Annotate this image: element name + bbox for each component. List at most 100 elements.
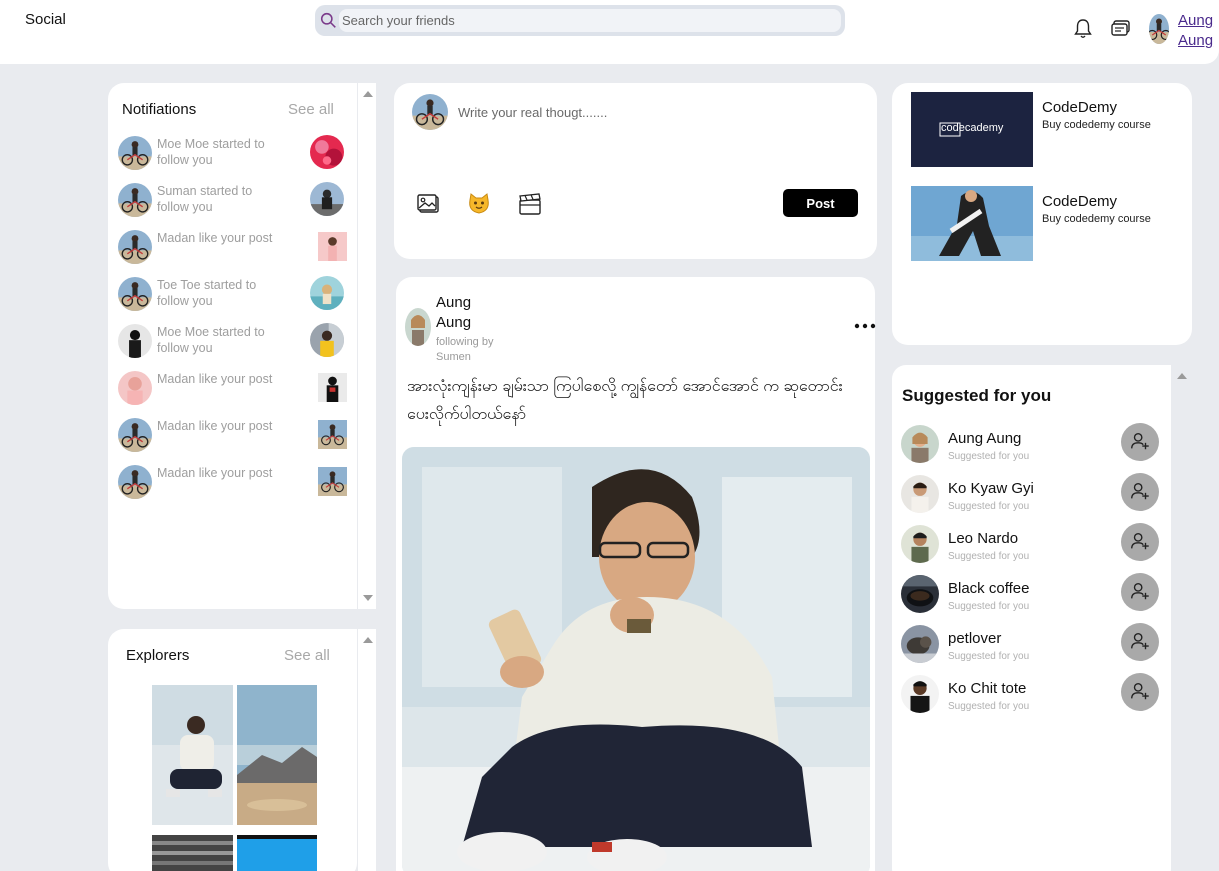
suggested-item: Leo Nardo Suggested for you [901,523,1163,565]
avatar [118,183,152,217]
avatar [118,324,152,358]
add-friend-button[interactable] [1121,673,1159,711]
notification-thumbnail [318,232,347,261]
avatar [118,418,152,452]
bell-icon[interactable] [1073,18,1093,40]
suggested-item: Ko Kyaw Gyi Suggested for you [901,473,1163,515]
suggested-item: Ko Chit tote Suggested for you [901,673,1163,715]
scroll-up-arrow[interactable] [363,91,373,97]
add-friend-button[interactable] [1121,423,1159,461]
avatar[interactable] [901,425,939,463]
scroll-up-arrow[interactable] [1177,373,1187,379]
user-name-link[interactable]: Aung Aung [1178,11,1218,51]
notification-item[interactable]: Moe Moe started to follow you [118,134,344,174]
explore-image[interactable] [237,685,317,825]
notification-thumbnail [318,467,347,496]
suggested-item: petlover Suggested for you [901,623,1163,665]
post-text: အားလုံးကျန်းမာ ချမ်းသာ ကြပါစေလို့ ကျွန်တ… [407,378,843,423]
search-bar [315,5,845,36]
add-user-icon [1131,682,1149,699]
suggested-subtitle: Suggested for you [948,601,1030,612]
avatar[interactable] [901,575,939,613]
search-input[interactable] [339,9,841,32]
avatar[interactable] [901,625,939,663]
notification-thumbnail [310,135,344,169]
suggested-name[interactable]: Leo Nardo [948,530,1018,547]
explorers-panel: Explorers See all [108,629,357,871]
ad-title[interactable]: CodeDemy [1042,193,1117,210]
suggested-title: Suggested for you [902,386,1052,405]
ad-image[interactable] [911,186,1033,261]
user-avatar[interactable] [1149,14,1169,44]
suggested-subtitle: Suggested for you [948,651,1030,662]
explore-image[interactable] [237,835,317,871]
feed-post: Aung Aung following by Sumen အားလုံးကျန်… [396,277,876,871]
ad-logo-text: codecademy [941,122,1004,134]
notification-item[interactable]: Madan like your post [118,416,343,456]
ad-image[interactable]: codecademy [911,92,1033,167]
notification-item[interactable]: Madan like your post [118,369,347,409]
chat-icon[interactable] [1110,18,1132,40]
video-icon[interactable] [517,191,543,217]
ad-subtitle: Buy codedemy course [1042,119,1151,131]
explore-image[interactable] [152,835,233,871]
suggested-name[interactable]: Ko Kyaw Gyi [948,480,1034,497]
notification-item[interactable]: Toe Toe started to follow you [118,275,344,315]
explorers-scrollbar[interactable] [358,629,376,871]
post-button[interactable]: Post [783,189,858,217]
post-author[interactable]: Aung Aung [436,293,496,333]
notification-item[interactable]: Madan like your post [118,228,347,268]
suggested-item: Aung Aung Suggested for you [901,423,1163,465]
notification-thumbnail [310,182,344,216]
explorers-see-all[interactable]: See all [284,647,330,664]
notification-item[interactable]: Suman started to follow you [118,181,344,221]
avatar[interactable] [405,308,431,346]
explore-image[interactable] [152,685,233,825]
notifications-see-all[interactable]: See all [288,101,334,118]
suggested-item: Black coffee Suggested for you [901,573,1163,615]
notification-item[interactable]: Moe Moe started to follow you [118,322,344,362]
scroll-down-arrow[interactable] [363,595,373,601]
notifications-scrollbar[interactable] [358,83,376,609]
notification-thumbnail [318,420,347,449]
suggested-name[interactable]: Black coffee [948,580,1029,597]
emoji-icon[interactable] [466,191,492,217]
avatar [118,136,152,170]
add-friend-button[interactable] [1121,523,1159,561]
post-composer: Post [394,83,877,259]
avatar [118,465,152,499]
explorers-title: Explorers [126,647,190,664]
avatar[interactable] [901,525,939,563]
ad-title[interactable]: CodeDemy [1042,99,1117,116]
suggested-name[interactable]: petlover [948,630,1001,647]
ads-panel: codecademy CodeDemy Buy codedemy course … [892,83,1192,345]
notification-thumbnail [310,276,344,310]
suggested-subtitle: Suggested for you [948,451,1030,462]
add-user-icon [1131,632,1149,649]
suggested-name[interactable]: Aung Aung [948,430,1021,447]
post-image[interactable] [402,447,870,871]
suggested-name[interactable]: Ko Chit tote [948,680,1026,697]
notification-item[interactable]: Madan like your post [118,463,343,503]
add-user-icon [1131,582,1149,599]
brand-logo[interactable]: Social [25,11,66,28]
suggested-scrollbar[interactable] [1172,365,1190,871]
notifications-panel: Notifiations See all Moe Moe started to … [108,83,357,609]
add-user-icon [1131,432,1149,449]
suggested-subtitle: Suggested for you [948,551,1030,562]
image-icon[interactable] [416,191,442,217]
add-friend-button[interactable] [1121,573,1159,611]
top-header: Social Aung Aung [0,0,1219,64]
post-subtitle: following by Sumen [436,336,494,363]
scroll-up-arrow[interactable] [363,637,373,643]
add-friend-button[interactable] [1121,473,1159,511]
search-icon [320,12,336,28]
suggested-panel: Suggested for you Aung Aung Suggested fo… [892,365,1171,871]
add-friend-button[interactable] [1121,623,1159,661]
notification-thumbnail [310,323,344,357]
more-options-icon[interactable] [854,323,876,329]
add-user-icon [1131,532,1149,549]
thought-input[interactable] [458,105,758,120]
avatar[interactable] [901,475,939,513]
avatar[interactable] [901,675,939,713]
